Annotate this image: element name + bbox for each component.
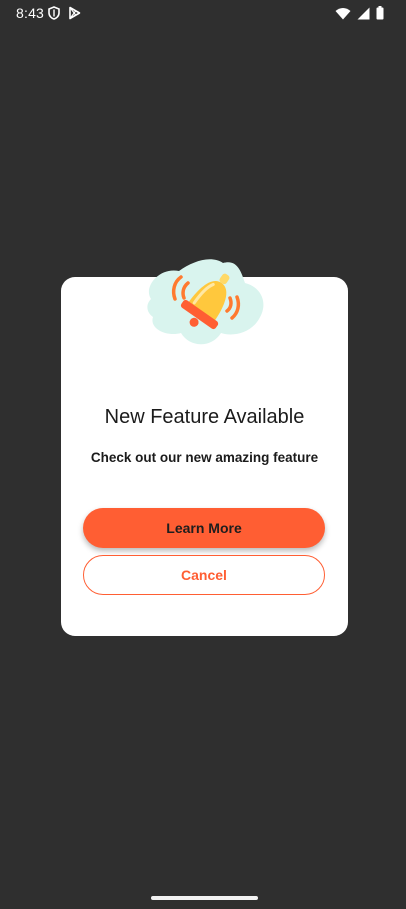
learn-more-button[interactable]: Learn More (83, 508, 325, 548)
status-right-icons (335, 6, 384, 25)
signal-icon (357, 7, 370, 25)
dialog-message: Check out our new amazing feature (90, 450, 319, 465)
dialog-title: New Feature Available (104, 406, 305, 428)
bell-notification-icon (141, 257, 267, 361)
battery-icon (376, 6, 384, 25)
status-bar: 8:43 (0, 0, 406, 28)
status-left-icons (48, 6, 81, 25)
play-store-icon (68, 6, 81, 25)
status-time: 8:43 (16, 5, 45, 21)
shield-icon (48, 6, 60, 25)
home-indicator[interactable] (151, 896, 258, 900)
feature-dialog: New Feature Available Check out our new … (61, 259, 348, 636)
cancel-button[interactable]: Cancel (83, 555, 325, 595)
wifi-icon (335, 7, 351, 25)
